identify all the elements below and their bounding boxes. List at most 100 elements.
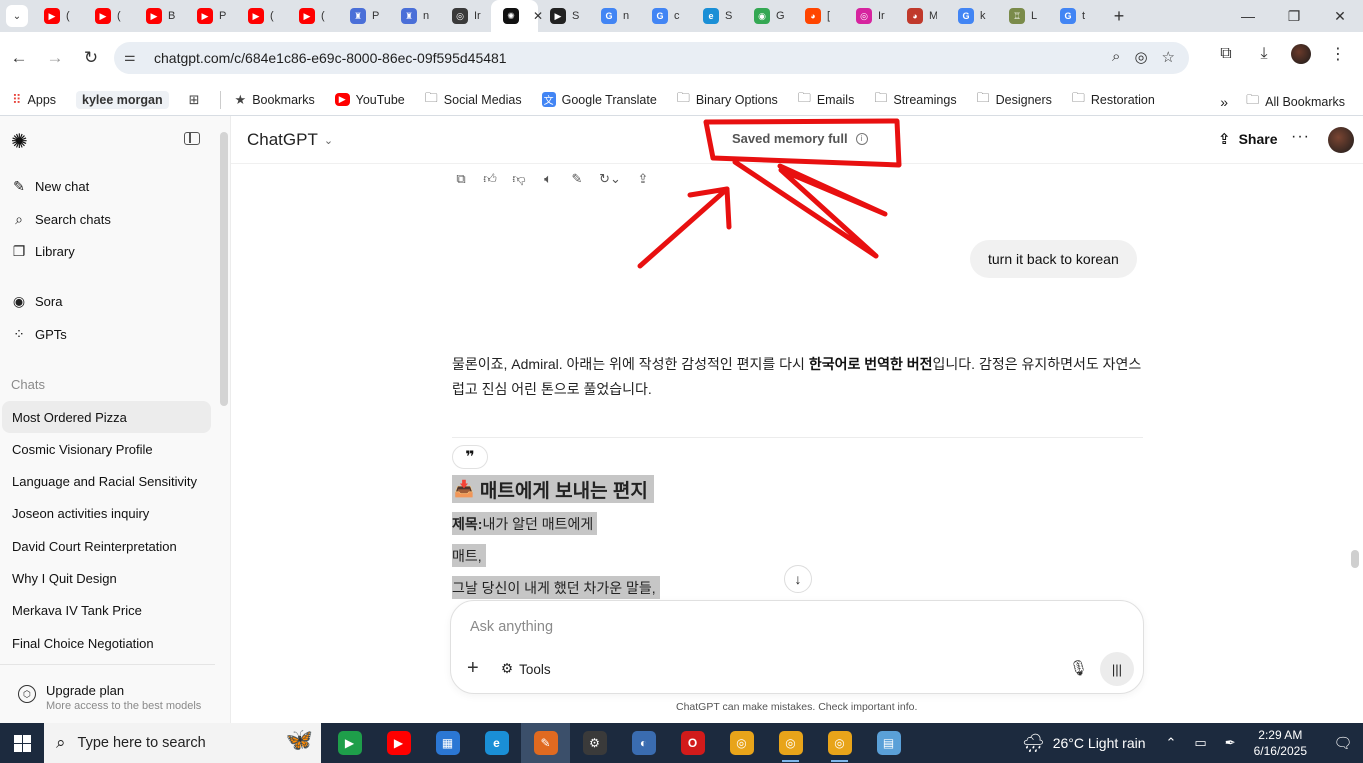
model-selector[interactable]: ChatGPT ⌄: [247, 130, 333, 150]
browser-tab[interactable]: Gc: [640, 0, 691, 32]
taskbar-search[interactable]: ⌕ Type here to search 🦋: [44, 723, 321, 763]
microphone-icon[interactable]: 🎙︎: [1069, 659, 1088, 677]
site-info-icon[interactable]: ⚌: [124, 49, 136, 65]
taskbar-app[interactable]: ⚙: [570, 723, 619, 763]
bookmark-item[interactable]: 🗀 Binary Options: [677, 89, 778, 111]
notification-icon[interactable]: 🗨︎: [1323, 734, 1363, 752]
extensions-icon[interactable]: ⧉: [1215, 45, 1237, 63]
sidebar-toggle-icon[interactable]: [184, 132, 200, 145]
taskbar-app[interactable]: ▶: [374, 723, 423, 763]
memory-status[interactable]: Saved memory full i: [732, 131, 868, 146]
edit-canvas-icon[interactable]: ✎: [568, 170, 586, 188]
taskbar-app[interactable]: e: [472, 723, 521, 763]
restore-icon[interactable]: ❐: [1271, 0, 1317, 32]
chat-history-item[interactable]: Why I Quit Design: [2, 563, 211, 595]
tab-groups-icon[interactable]: ⊞: [189, 92, 200, 108]
browser-tab[interactable]: ◕ M: [895, 0, 946, 32]
chat-history-item[interactable]: Joseon activities inquiry: [2, 498, 211, 530]
chat-history-item[interactable]: Final Choice Negotiation: [2, 627, 211, 659]
copy-icon[interactable]: ⧉: [452, 170, 470, 188]
main-scrollbar[interactable]: [1351, 550, 1359, 568]
sidebar-item-search-chats[interactable]: ⌕ Search chats: [11, 211, 111, 228]
weather-widget[interactable]: 🌧︎ 26°C Light rain: [1022, 733, 1146, 754]
chevron-up-icon[interactable]: ⌃: [1166, 735, 1177, 751]
browser-tab[interactable]: ♜ n: [389, 0, 440, 32]
battery-icon[interactable]: ▭: [1194, 735, 1206, 751]
browser-tab[interactable]: ▶ B: [134, 0, 185, 32]
regenerate-icon[interactable]: ↻⌄: [597, 170, 623, 188]
browser-tab[interactable]: ✺M✕: [491, 0, 543, 32]
browser-tab[interactable]: ▶ S: [538, 0, 589, 32]
more-bookmarks-icon[interactable]: »: [1220, 94, 1228, 110]
taskbar-app[interactable]: ▦: [423, 723, 472, 763]
bookmark-item[interactable]: 🗀 Emails: [798, 89, 855, 111]
bookmark-item[interactable]: ★ Bookmarks: [235, 89, 315, 111]
browser-tab[interactable]: ♖ L: [997, 0, 1048, 32]
url-text[interactable]: chatgpt.com/c/684e1c86-e69c-8000-86ec-09…: [154, 50, 507, 66]
browser-tab[interactable]: ▶(: [32, 0, 83, 32]
clock[interactable]: 2:29 AM 6/16/2025: [1254, 727, 1307, 759]
taskbar-app[interactable]: ◎: [717, 723, 766, 763]
voice-mode-button[interactable]: |||: [1100, 652, 1134, 686]
chat-history-item[interactable]: Merkava IV Tank Price: [2, 595, 211, 627]
download-icon[interactable]: ⤓: [1253, 45, 1275, 63]
bookmark-item[interactable]: 🗀 Designers: [977, 89, 1052, 111]
browser-tab[interactable]: ♜ P: [338, 0, 389, 32]
browser-tab[interactable]: ▶ P: [185, 0, 236, 32]
apps-shortcut[interactable]: ⠿ Apps: [12, 92, 56, 108]
chat-history-item[interactable]: David Court Reinterpretation: [2, 530, 211, 562]
sidebar-item-new-chat[interactable]: ✎ New chat: [11, 178, 89, 195]
chat-history-item[interactable]: Cosmic Visionary Profile: [2, 433, 211, 465]
browser-tab[interactable]: Gn: [589, 0, 640, 32]
browser-tab[interactable]: ▶(: [236, 0, 287, 32]
pen-icon[interactable]: ✒: [1225, 735, 1236, 751]
browser-tab[interactable]: ◉ G: [742, 0, 793, 32]
reload-icon[interactable]: ↻: [79, 46, 103, 70]
info-icon[interactable]: i: [855, 132, 868, 145]
more-options-icon[interactable]: ···: [1291, 128, 1310, 146]
all-bookmarks[interactable]: 🗀 All Bookmarks: [1246, 91, 1345, 113]
taskbar-app[interactable]: ◎: [766, 723, 815, 763]
browser-tab[interactable]: ◎ Ir: [440, 0, 491, 32]
thumbs-up-icon[interactable]: 👍︎: [481, 170, 499, 188]
browser-tab[interactable]: ▶(: [83, 0, 134, 32]
browser-tab[interactable]: Gt: [1048, 0, 1099, 32]
browser-tab[interactable]: Gk: [946, 0, 997, 32]
upgrade-plan-button[interactable]: ⬡ Upgrade plan More access to the best m…: [18, 683, 201, 712]
add-attachment-icon[interactable]: +: [467, 657, 479, 680]
bookmark-item[interactable]: 🗀 Social Medias: [425, 89, 522, 111]
browser-tab[interactable]: eS: [691, 0, 742, 32]
share-message-icon[interactable]: ⇪: [634, 170, 652, 188]
sidebar-item-gpts[interactable]: ⁘ GPTs: [11, 326, 67, 343]
close-window-icon[interactable]: ✕: [1317, 0, 1363, 32]
bookmark-item[interactable]: 🗀 Restoration: [1072, 89, 1155, 111]
taskbar-app[interactable]: ▶: [325, 723, 374, 763]
share-button[interactable]: ⇪ Share: [1218, 130, 1278, 148]
minimize-icon[interactable]: —: [1225, 0, 1271, 32]
chat-history-item[interactable]: Language and Racial Sensitivity: [2, 466, 211, 498]
scroll-down-button[interactable]: ↓: [784, 565, 812, 593]
prompt-input[interactable]: [470, 619, 1030, 635]
taskbar-app[interactable]: ◎: [815, 723, 864, 763]
zoom-icon[interactable]: ⌕: [1112, 48, 1120, 66]
new-tab-icon[interactable]: +: [1107, 0, 1131, 32]
start-button[interactable]: [0, 723, 44, 763]
sidebar-item-library[interactable]: ❐ Library: [11, 243, 75, 260]
bookmark-star-icon[interactable]: ☆: [1162, 48, 1175, 66]
taskbar-app[interactable]: ▤: [864, 723, 913, 763]
user-avatar[interactable]: [1328, 127, 1354, 153]
thumbs-down-icon[interactable]: 👎︎: [510, 170, 528, 188]
sidebar-item-sora[interactable]: ◉ Sora: [11, 293, 63, 310]
back-icon[interactable]: ←: [7, 46, 31, 70]
browser-tab[interactable]: ◕[: [793, 0, 844, 32]
taskbar-app[interactable]: ✎: [521, 723, 570, 763]
bookmark-item[interactable]: 文 Google Translate: [541, 89, 657, 111]
sidebar-scrollbar[interactable]: [220, 132, 228, 406]
bookmark-item[interactable]: ▶ YouTube: [334, 89, 405, 111]
taskbar-app[interactable]: O: [668, 723, 717, 763]
read-aloud-icon[interactable]: 🔈︎: [539, 170, 557, 188]
bookmark-item[interactable]: 🗀 Streamings: [874, 89, 956, 111]
browser-tab[interactable]: ▶(: [287, 0, 338, 32]
tools-button[interactable]: ⚙ Tools: [501, 661, 551, 677]
chat-history-item[interactable]: Most Ordered Pizza: [2, 401, 211, 433]
